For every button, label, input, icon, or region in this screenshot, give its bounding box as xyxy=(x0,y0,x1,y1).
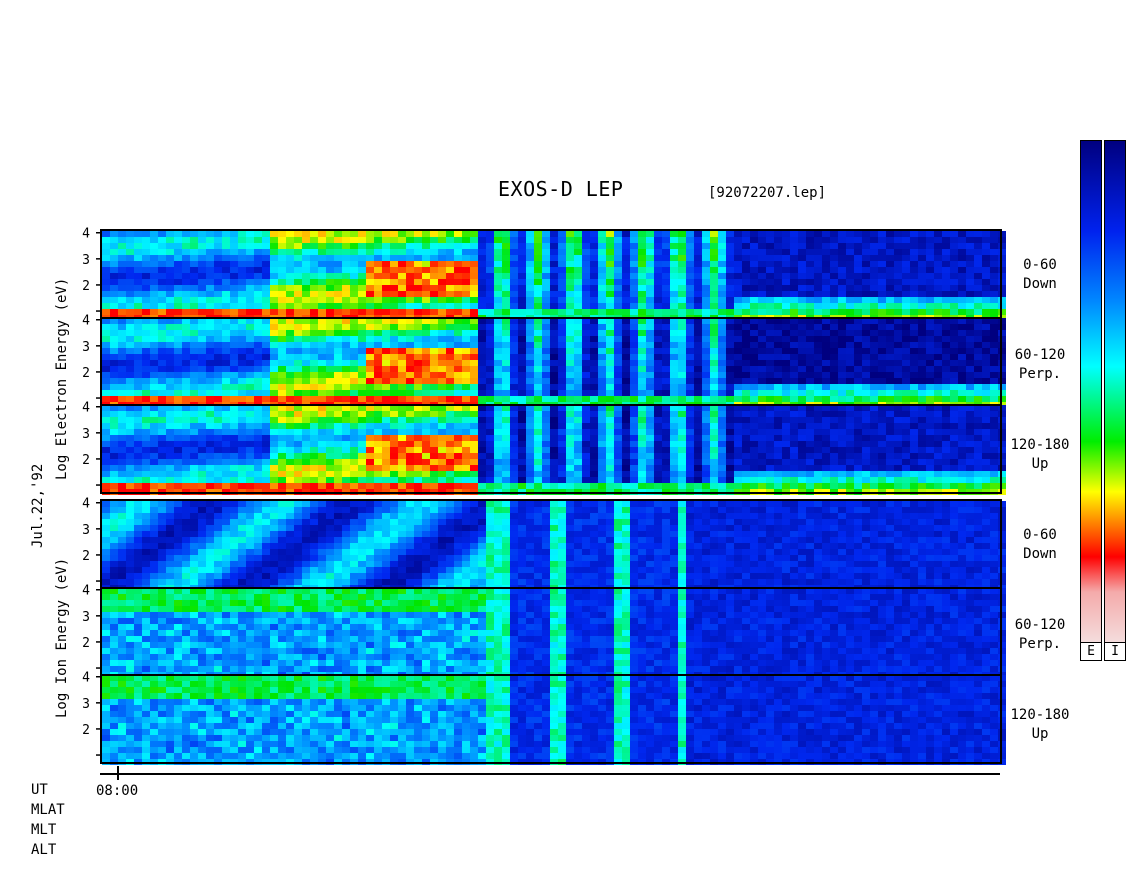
y-tick-label: 2 xyxy=(82,453,90,468)
y-tick-label: 4 xyxy=(82,314,90,329)
y-tick-label: 3 xyxy=(82,610,90,625)
electron-ylabel: Log Electron Energy (eV) xyxy=(54,277,70,480)
x-tick-label: 08:00 xyxy=(96,783,139,799)
ion-colorbar xyxy=(1104,140,1126,643)
y-tick-label: 4 xyxy=(82,401,90,416)
y-tick-label: 4 xyxy=(82,671,90,686)
y-tick-label: 3 xyxy=(82,253,90,268)
y-tick-label: 2 xyxy=(82,549,90,564)
spectrogram-figure: 2 3 4 2 3 4 2 3 4 2 3 4 2 3 4 2 3 4 xyxy=(82,227,1006,780)
y-tick-label: 3 xyxy=(82,340,90,355)
y-tick-label: 4 xyxy=(82,497,90,512)
pitch-label-i-down: 0-60 Down xyxy=(1023,527,1057,562)
pitch-label-i-up: 120-180 Up xyxy=(1010,707,1070,742)
y-tick-label: 2 xyxy=(82,636,90,651)
ion-ylabel: Log Ion Energy (eV) xyxy=(54,557,70,718)
y-tick-label: 2 xyxy=(82,366,90,381)
pitch-label-e-up: 120-180 Up xyxy=(1010,437,1070,472)
electron-colorbar xyxy=(1080,140,1102,643)
pitch-label-i-perp: 60-120 Perp. xyxy=(1014,617,1066,652)
y-tick-label: 4 xyxy=(82,584,90,599)
colorbar-label-e: E xyxy=(1080,642,1102,661)
pitch-label-e-perp: 60-120 Perp. xyxy=(1014,347,1066,382)
y-tick-label: 3 xyxy=(82,427,90,442)
y-tick-label: 3 xyxy=(82,523,90,538)
date-label: Jul.22,'92 xyxy=(30,463,46,548)
y-tick-label: 2 xyxy=(82,279,90,294)
y-tick-label: 2 xyxy=(82,723,90,738)
pitch-label-e-down: 0-60 Down xyxy=(1023,257,1057,292)
y-tick-label: 3 xyxy=(82,697,90,712)
colorbar-label-i: I xyxy=(1104,642,1126,661)
ut-row-labels: UT MLAT MLT ALT xyxy=(31,782,65,858)
y-tick-label: 4 xyxy=(82,227,90,242)
